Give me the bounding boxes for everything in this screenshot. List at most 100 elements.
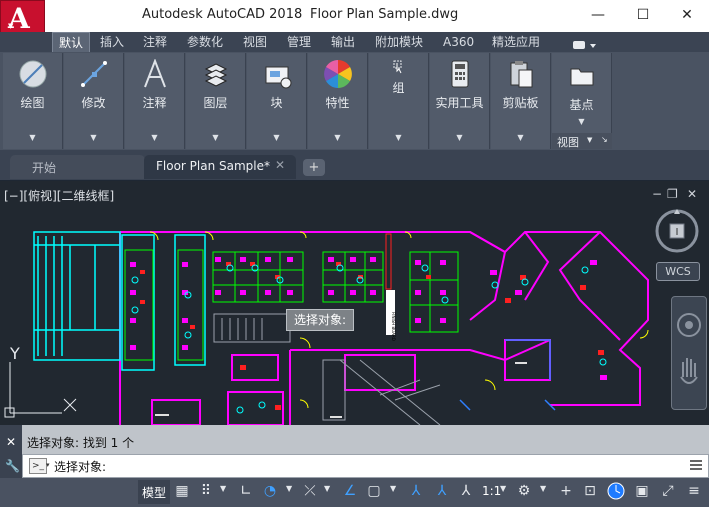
autocad-logo-icon[interactable]: A ▼ bbox=[0, 0, 45, 36]
tab-start[interactable]: 开始 bbox=[10, 155, 145, 179]
quick-properties-icon[interactable]: ⊡ bbox=[580, 481, 600, 501]
chevron-down-icon[interactable]: ▼ bbox=[430, 133, 489, 142]
viewport-minimize-button[interactable]: − bbox=[652, 187, 662, 201]
close-icon[interactable]: ✕ bbox=[275, 158, 285, 172]
object-snap-tracking-icon[interactable]: ∠ bbox=[340, 481, 360, 501]
modify-icon bbox=[80, 61, 107, 87]
utilities-icon bbox=[451, 60, 468, 88]
chevron-down-icon[interactable]: ▼ bbox=[369, 133, 428, 142]
logo-letter: A bbox=[8, 2, 30, 35]
panel-draw[interactable]: 绘图 ▼ bbox=[3, 53, 63, 149]
panel-modify[interactable]: 修改 ▼ bbox=[64, 53, 124, 149]
chevron-down-icon[interactable]: ▼ bbox=[552, 117, 611, 126]
panel-annotation[interactable]: 注释 ▼ bbox=[125, 53, 185, 149]
viewport-close-button[interactable]: ✕ bbox=[687, 187, 697, 201]
command-prompt: 选择对象: bbox=[54, 460, 107, 474]
close-icon[interactable]: ✕ bbox=[6, 435, 16, 449]
tab-output[interactable]: 输出 bbox=[331, 32, 355, 52]
wrench-icon[interactable]: 🔧 bbox=[5, 459, 20, 473]
hardware-acceleration-icon[interactable] bbox=[606, 481, 626, 501]
grid-icon[interactable]: ▦ bbox=[172, 481, 192, 501]
chevron-down-icon[interactable]: ▼ bbox=[220, 484, 226, 493]
panel-utilities[interactable]: 实用工具 ▼ bbox=[430, 53, 490, 149]
chevron-down-icon[interactable]: ▼ bbox=[125, 133, 184, 142]
chevron-down-icon[interactable]: ▼ bbox=[3, 133, 62, 142]
clipboard-icon bbox=[510, 61, 532, 88]
command-history-text: 选择对象: 找到 1 个 bbox=[27, 436, 135, 450]
snap-icon[interactable]: ⠿ bbox=[196, 481, 216, 501]
model-label: 模型 bbox=[142, 486, 167, 500]
viewcube[interactable] bbox=[654, 208, 700, 254]
customization-menu-icon[interactable]: ≡ bbox=[684, 481, 704, 501]
panel-layers[interactable]: 图层 ▼ bbox=[186, 53, 246, 149]
navigation-bar[interactable] bbox=[671, 296, 707, 410]
navigation-tools-icon bbox=[677, 313, 701, 384]
view-panel-title[interactable]: 视图 ▼ ↘ bbox=[552, 133, 612, 149]
command-line-input[interactable] bbox=[22, 454, 709, 478]
tab-featured-apps[interactable]: 精选应用 bbox=[492, 32, 540, 52]
panel-clipboard[interactable]: 剪贴板 ▼ bbox=[491, 53, 551, 149]
floor-plan-drawing[interactable]: FINISH BOARD bbox=[0, 181, 709, 425]
tab-file-label: Floor Plan Sample* bbox=[156, 159, 271, 173]
app-title: Autodesk AutoCAD 2018 bbox=[142, 7, 303, 22]
chevron-down-icon[interactable]: ▼ bbox=[390, 484, 396, 493]
ortho-icon[interactable]: ∟ bbox=[236, 481, 256, 501]
panel-label-annotation: 注释 bbox=[142, 96, 167, 110]
chevron-down-icon[interactable]: ▼ bbox=[491, 133, 550, 142]
close-button[interactable]: ✕ bbox=[664, 0, 709, 30]
annotation-visibility-icon[interactable]: ⅄ bbox=[406, 481, 426, 501]
chevron-down-icon[interactable]: ▼ bbox=[64, 133, 123, 142]
annotation-scale-icon[interactable]: ⅄ bbox=[456, 481, 476, 501]
command-scroll-button[interactable] bbox=[688, 457, 704, 473]
new-tab-button[interactable]: + bbox=[303, 159, 325, 176]
gear-icon[interactable]: ⚙ bbox=[514, 481, 534, 501]
tab-a360[interactable]: A360 bbox=[443, 32, 474, 52]
ribbon-display-toggle[interactable] bbox=[571, 36, 599, 49]
panel-group[interactable]: 组 ▼ bbox=[369, 53, 429, 149]
maximize-button[interactable]: ☐ bbox=[620, 0, 666, 30]
panel-label-properties: 特性 bbox=[325, 96, 350, 110]
panel-block[interactable]: 块 ▼ bbox=[247, 53, 307, 149]
menu-icon bbox=[690, 460, 702, 470]
isolate-objects-icon[interactable]: ▣ bbox=[632, 481, 652, 501]
chevron-down-icon[interactable]: ▼ bbox=[286, 484, 292, 493]
command-sidebar: ✕ 🔧 bbox=[0, 425, 22, 479]
base-point-icon bbox=[570, 68, 593, 86]
chevron-down-icon: ▼ bbox=[587, 136, 593, 144]
annotation-scale-value[interactable]: 1:1 bbox=[482, 484, 501, 498]
panel-base[interactable]: 基点 ▼ bbox=[552, 53, 612, 133]
tab-addins[interactable]: 附加模块 bbox=[375, 32, 423, 52]
minimize-button[interactable]: — bbox=[575, 0, 621, 30]
tab-floor-plan[interactable]: Floor Plan Sample* ✕ bbox=[144, 155, 296, 179]
panel-label-layers: 图层 bbox=[203, 96, 228, 110]
command-recent-icon[interactable]: >_ bbox=[29, 458, 47, 474]
wcs-menu[interactable]: WCS bbox=[656, 262, 700, 281]
view-panel-label: 视图 bbox=[557, 136, 579, 149]
chevron-down-icon[interactable]: ▼ bbox=[324, 484, 330, 493]
auto-scale-icon[interactable]: ⅄ bbox=[432, 481, 452, 501]
drawing-viewport[interactable]: FINISH BOARD Y bbox=[0, 181, 709, 425]
plus-icon[interactable]: + bbox=[556, 481, 576, 501]
tab-home[interactable]: 默认 bbox=[52, 32, 91, 52]
tab-insert[interactable]: 插入 bbox=[100, 32, 124, 52]
viewport-restore-button[interactable]: ❐ bbox=[667, 187, 678, 201]
polar-tracking-icon[interactable]: ◔ bbox=[260, 481, 280, 501]
chevron-down-icon[interactable]: ▾ bbox=[46, 461, 50, 469]
cursor-tooltip: 选择对象: bbox=[286, 309, 354, 331]
finish-board-label: FINISH BOARD bbox=[391, 312, 396, 341]
viewport-controls-label[interactable]: [−][俯视][二维线框] bbox=[4, 187, 114, 204]
panel-properties[interactable]: 特性 ▼ bbox=[308, 53, 368, 149]
isodraft-icon[interactable]: ⤫ bbox=[300, 481, 320, 501]
chevron-down-icon[interactable]: ▼ bbox=[500, 484, 506, 493]
chevron-down-icon[interactable]: ▼ bbox=[540, 484, 546, 493]
chevron-down-icon[interactable]: ▼ bbox=[186, 133, 245, 142]
chevron-down-icon[interactable]: ▼ bbox=[247, 133, 306, 142]
object-snap-icon[interactable]: ▢ bbox=[364, 481, 384, 501]
tab-view[interactable]: 视图 bbox=[243, 32, 267, 52]
tab-manage[interactable]: 管理 bbox=[287, 32, 311, 52]
tab-annotate[interactable]: 注释 bbox=[143, 32, 167, 52]
chevron-down-icon[interactable]: ▼ bbox=[308, 133, 367, 142]
dialog-launcher-icon[interactable]: ↘ bbox=[601, 135, 608, 144]
clean-screen-icon[interactable]: ⤢ bbox=[658, 481, 678, 501]
tab-parametric[interactable]: 参数化 bbox=[187, 32, 223, 52]
